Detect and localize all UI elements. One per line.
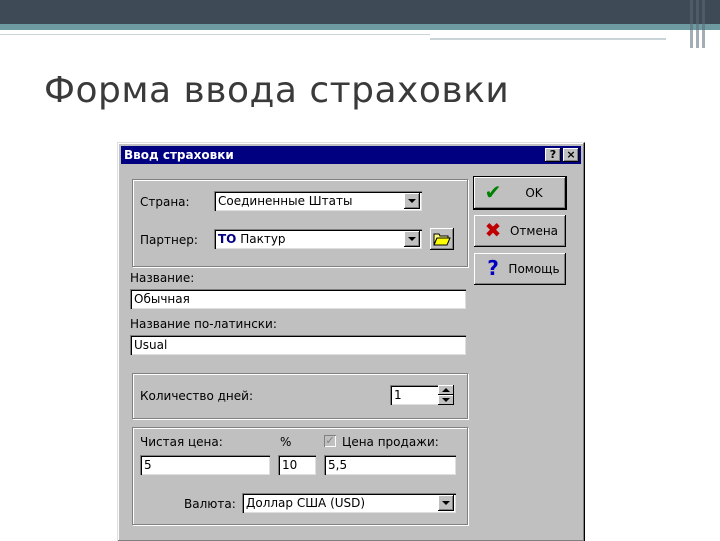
x-icon: ✖ <box>484 218 502 242</box>
partner-label: Партнер: <box>140 233 198 247</box>
country-select[interactable]: Соединенные Штаты <box>214 191 422 211</box>
ok-button-label: OK <box>525 186 543 200</box>
days-value: 1 <box>394 388 402 402</box>
slide-top-bar <box>0 0 720 24</box>
days-stepper[interactable]: 1 <box>390 385 454 405</box>
partner-select[interactable]: ТО Пактур <box>214 229 422 249</box>
cancel-button[interactable]: ✖ Отмена <box>474 215 566 247</box>
spin-up-icon[interactable] <box>438 385 454 395</box>
name-label: Название: <box>130 271 195 285</box>
currency-value: Доллар США (USD) <box>246 496 366 510</box>
chevron-down-icon[interactable] <box>404 193 420 209</box>
help-button[interactable]: ? Помощь <box>474 253 566 285</box>
days-label: Количество дней: <box>140 389 253 403</box>
slide-title: Форма ввода страховки <box>44 70 510 111</box>
close-button[interactable]: × <box>563 148 579 162</box>
country-label: Страна: <box>140 195 190 209</box>
slide-corner-decoration <box>690 0 720 48</box>
percent-input[interactable]: 10 <box>278 455 316 475</box>
net-price-input[interactable]: 5 <box>140 455 270 475</box>
cancel-button-label: Отмена <box>509 224 559 238</box>
partner-badge: ТО <box>218 232 237 246</box>
help-title-button[interactable]: ? <box>545 148 561 162</box>
slide-divider-right <box>430 38 666 40</box>
latin-name-input[interactable]: Usual <box>130 335 466 355</box>
sale-price-label: Цена продажи: <box>342 435 439 449</box>
days-spin[interactable] <box>438 385 454 405</box>
dialog-title: Ввод страховки <box>124 148 234 162</box>
spin-down-icon[interactable] <box>438 395 454 405</box>
question-icon: ? <box>487 256 499 280</box>
currency-select[interactable]: Доллар США (USD) <box>242 493 456 513</box>
percent-label: % <box>280 435 292 449</box>
help-button-label: Помощь <box>508 262 560 276</box>
slide-divider-left <box>0 34 430 35</box>
ok-button[interactable]: ✔ OK <box>473 176 567 210</box>
sale-price-checkbox[interactable]: ✓ <box>324 435 336 447</box>
folder-open-icon <box>433 233 451 246</box>
insurance-dialog: Ввод страховки ? × Страна: Соединенные Ш… <box>117 142 585 541</box>
currency-label: Валюта: <box>184 497 236 511</box>
dialog-titlebar[interactable]: Ввод страховки ? × <box>121 146 581 164</box>
chevron-down-icon[interactable] <box>438 495 454 511</box>
checkmark-icon: ✔ <box>484 180 502 204</box>
chevron-down-icon[interactable] <box>404 231 420 247</box>
net-price-label: Чистая цена: <box>140 435 223 449</box>
latin-name-label: Название по-латински: <box>130 317 277 331</box>
sale-price-input[interactable]: 5,5 <box>324 455 456 475</box>
partner-value: Пактур <box>240 232 286 246</box>
slide-top-accent <box>0 24 720 30</box>
country-value: Соединенные Штаты <box>218 194 353 208</box>
name-input[interactable]: Обычная <box>130 289 466 309</box>
browse-partner-button[interactable] <box>430 228 454 250</box>
